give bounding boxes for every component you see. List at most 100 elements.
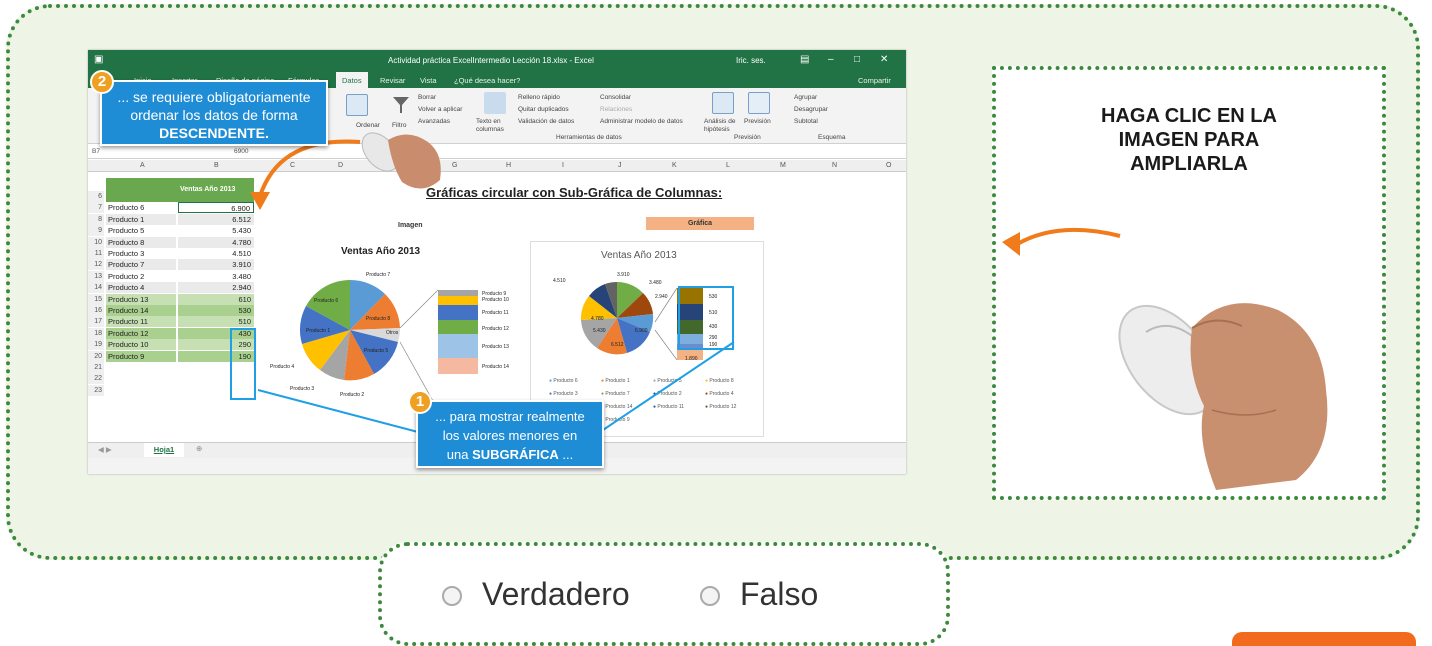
imagen-label: Imagen — [398, 222, 423, 229]
row-number: 8 — [88, 213, 104, 225]
ribbon-relleno: Relleno rápido — [518, 94, 560, 101]
nav-prev-icon: ◀ ▶ — [98, 445, 112, 454]
ribbon-display-icon: ▤ — [800, 54, 810, 65]
badge-2: 2 — [90, 70, 114, 94]
table-row-name: Producto 10 — [106, 339, 176, 351]
badge-1: 1 — [408, 390, 432, 414]
text-columns-icon — [484, 92, 506, 114]
ribbon-consolidar: Consolidar — [600, 94, 632, 101]
table-row-name: Producto 6 — [106, 202, 176, 214]
grafica-label: Gráfica — [646, 217, 754, 230]
row-number: 16 — [88, 305, 104, 316]
ribbon-relaciones: Relaciones — [600, 106, 633, 113]
excel-titlebar: ▣ Actividad práctica ExcelIntermedio Lec… — [88, 50, 906, 72]
pie2-value-0: 4.510 — [553, 278, 566, 284]
row-number: 12 — [88, 259, 104, 271]
pie2-title: Ventas Año 2013 — [601, 250, 677, 261]
table-row-name: Producto 7 — [106, 259, 176, 271]
pie1-title: Ventas Año 2013 — [341, 246, 421, 257]
callout2-line3: DESCENDENTE. — [159, 125, 269, 141]
excel-user: Iric. ses. — [736, 56, 766, 65]
table-row-value: 5.430 — [178, 225, 254, 237]
what-if-icon — [712, 92, 734, 114]
pie1-label-0: Producto 7 — [366, 272, 391, 278]
col-i: I — [562, 162, 564, 169]
ribbon-validacion: Validación de datos — [518, 118, 575, 125]
col-a: A — [140, 162, 145, 169]
ribbon-agrupar: Agrupar — [794, 94, 818, 101]
col-o: O — [886, 162, 892, 169]
table-row-name: Producto 9 — [106, 350, 176, 362]
table-row-value: 4.510 — [178, 248, 254, 259]
sheet-tab-hoja1: Hoja1 — [144, 443, 184, 457]
arrow-to-sort — [250, 139, 361, 210]
callout2-line2: ordenar los datos de forma — [130, 107, 298, 123]
table-row-name — [106, 191, 176, 202]
minimize-icon: – — [828, 54, 834, 65]
row-number: 22 — [88, 373, 104, 385]
zoom-hint-text: HAGA CLIC EN LA IMAGEN PARA AMPLIARLA — [996, 104, 1382, 176]
row-number: 10 — [88, 236, 104, 248]
ribbon-subtotal: Subtotal — [794, 118, 818, 125]
radio-falso[interactable] — [700, 586, 720, 606]
hint-line3: AMPLIARLA — [1130, 153, 1248, 175]
maximize-icon: □ — [854, 54, 861, 65]
callout2-line1: ... se requiere obligatoriamente — [117, 89, 311, 105]
col-m: M — [780, 162, 786, 169]
option-falso-label[interactable]: Falso — [740, 576, 818, 613]
table-row-name — [106, 362, 176, 373]
ribbon-modelo: Administrar modelo de datos — [600, 118, 683, 125]
row-number: 6 — [88, 191, 104, 202]
callout1-line3: una SUBGRÁFICA ... — [446, 447, 574, 462]
row-number: 20 — [88, 350, 104, 362]
tab-datos: Datos — [336, 72, 368, 88]
hint-line2: IMAGEN PARA — [1118, 129, 1260, 151]
excel-window-title: Actividad práctica ExcelIntermedio Lecci… — [388, 56, 594, 65]
ribbon-group-herramientas: Herramientas de datos — [556, 134, 622, 141]
col-n: N — [832, 162, 838, 169]
ribbon-group-esquema: Esquema — [818, 134, 846, 141]
col-b: B — [214, 162, 219, 169]
col-g: G — [452, 162, 458, 169]
row-number: 7 — [88, 202, 104, 214]
submit-button[interactable] — [1232, 632, 1416, 646]
table-row-name — [106, 373, 176, 384]
ribbon-quitar: Quitar duplicados — [518, 106, 569, 113]
row-number: 14 — [88, 282, 104, 294]
row-number: 21 — [88, 362, 104, 373]
hint-line1: HAGA CLIC EN LA — [1101, 105, 1277, 127]
zoom-hint-box[interactable]: HAGA CLIC EN LA IMAGEN PARA AMPLIARLA — [992, 66, 1386, 500]
callout1-line2: los valores menores en — [442, 428, 578, 443]
option-verdadero-label[interactable]: Verdadero — [482, 576, 630, 613]
table-row-name: Producto 13 — [106, 293, 176, 305]
callout1-line1: ... para mostrar realmente — [435, 409, 585, 424]
ribbon-group-prevision: Previsión — [734, 134, 761, 141]
save-icon: ▣ — [94, 54, 104, 65]
table-row-name: Producto 12 — [106, 327, 176, 339]
pie2-value-2: 3.480 — [649, 280, 662, 286]
formula-bar: B7 6900 — [88, 145, 906, 159]
row-number: 18 — [88, 327, 104, 339]
callout-descendente: ... se requiere obligatoriamente ordenar… — [100, 80, 328, 146]
col-h: H — [506, 162, 512, 169]
add-sheet-icon: ⊕ — [196, 444, 203, 453]
tab-vista: Vista — [420, 76, 437, 85]
table-row-name: Producto 5 — [106, 225, 176, 237]
ribbon-hipotesis: Análisis de hipótesis — [704, 118, 736, 133]
table-row-name: Producto 3 — [106, 248, 176, 259]
ribbon-prevision: Previsión — [744, 118, 771, 125]
table-row-name: Producto 2 — [106, 270, 176, 282]
ribbon-texto: Texto en columnas — [476, 118, 504, 133]
answer-options: Verdadero Falso — [378, 542, 950, 646]
tab-revisar: Revisar — [380, 76, 406, 85]
radio-verdadero[interactable] — [442, 586, 462, 606]
ribbon-borrar: Borrar — [418, 94, 437, 101]
callout-subgrafica: ... para mostrar realmente los valores m… — [416, 400, 604, 468]
table-row-name: Producto 4 — [106, 282, 176, 294]
row-number: 17 — [88, 316, 104, 328]
forecast-icon — [748, 92, 770, 114]
pie2-value-1: 3.910 — [617, 272, 630, 278]
table-row-name: Producto 11 — [106, 316, 176, 328]
page: ▣ Actividad práctica ExcelIntermedio Lec… — [0, 0, 1432, 646]
row-number: 11 — [88, 248, 104, 259]
